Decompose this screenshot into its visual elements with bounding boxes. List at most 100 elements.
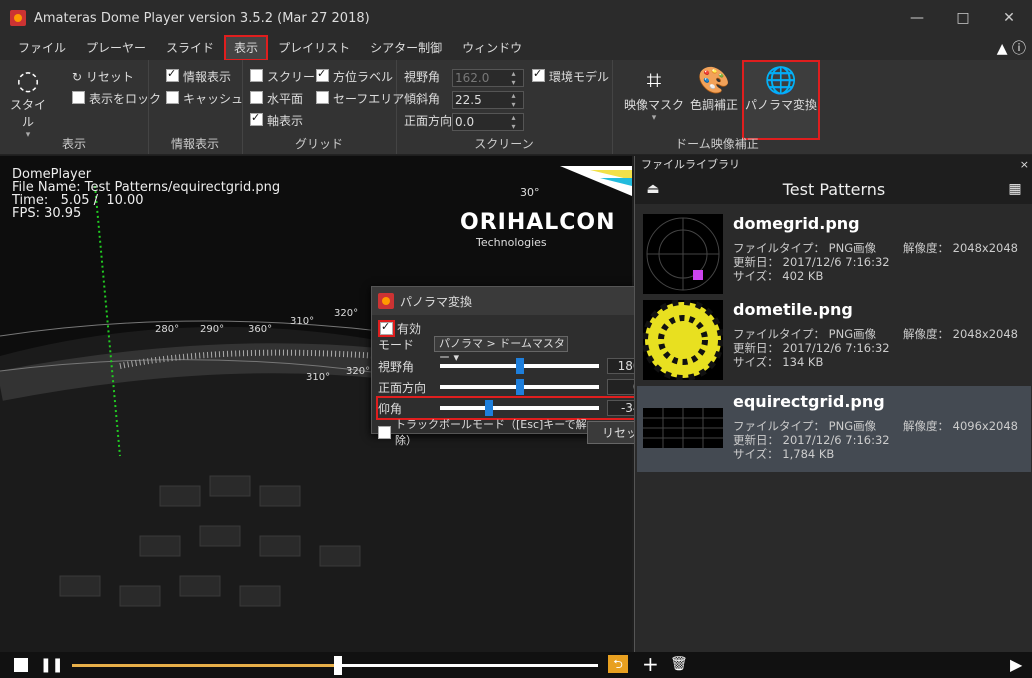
panorama-button[interactable]: 🌐 パノラマ変換 [742, 60, 820, 140]
play-next-icon[interactable]: ▶ [1010, 655, 1022, 674]
panel-close-icon[interactable]: × [1020, 156, 1029, 174]
file-item[interactable]: dometile.png ファイルタイプ： PNG画像 解像度： 2048x20… [637, 294, 1031, 381]
fov-slider-row: 視野角 180.0 [378, 357, 665, 375]
maximize-button[interactable]: □ [940, 0, 986, 36]
menu-window[interactable]: ウィンドウ [454, 37, 530, 59]
fov-slider[interactable] [440, 358, 599, 374]
front-slider-thumb[interactable] [515, 379, 524, 395]
menu-player[interactable]: プレーヤー [78, 37, 154, 59]
mask-button[interactable]: ⌗ 映像マスク ▾ [624, 66, 684, 123]
reset-icon: ↻ [72, 70, 86, 84]
file-res: 解像度： 4096x2048 [903, 419, 1018, 433]
tilt-spinner[interactable]: 22.5 [452, 90, 524, 109]
close-button[interactable]: ✕ [986, 0, 1032, 36]
fov-slider-thumb[interactable] [515, 358, 524, 374]
axis-checkbox[interactable]: 軸表示 [250, 111, 303, 129]
folder-up-icon[interactable]: ⏏ [643, 181, 663, 197]
menu-theater[interactable]: シアター制御 [362, 37, 450, 59]
file-library-panel: ファイルライブラリ × ⏏ Test Patterns ▦ domegrid.pn… [634, 156, 1032, 652]
screen-check[interactable] [250, 69, 263, 82]
loop-icon[interactable]: ⮌ [608, 655, 628, 673]
cache-check[interactable] [166, 91, 179, 104]
cache-label: キャッシュ [183, 92, 244, 106]
file-item[interactable]: domegrid.png ファイルタイプ： PNG画像 解像度： 2048x20… [637, 208, 1031, 294]
fov-spinner[interactable]: 162.0 [452, 68, 524, 87]
seek-track[interactable] [72, 656, 598, 675]
file-size: サイズ： 134 KB [733, 355, 824, 369]
mask-label: 映像マスク [624, 98, 685, 112]
minimize-button[interactable]: — [894, 0, 940, 36]
grid-view-icon[interactable]: ▦ [1005, 181, 1025, 197]
menu-playlist[interactable]: プレイリスト [270, 37, 358, 59]
file-size: サイズ： 402 KB [733, 269, 824, 283]
front-slider-label: 正面方向 [378, 380, 427, 395]
logo-text: ORIHALCON [460, 210, 616, 235]
elevation-slider-row: 仰角 -34.0 [376, 396, 667, 420]
lock-check[interactable] [72, 91, 85, 104]
screen-checkbox[interactable]: スクリーン [250, 68, 326, 85]
stop-icon[interactable] [14, 658, 28, 672]
library-toolbar: ⏏ Test Patterns ▦ [635, 174, 1032, 204]
dialog-titlebar: パノラマ変換 ✕ [372, 287, 671, 315]
enabled-checkbox[interactable] [378, 319, 395, 337]
deg-label: 320° [346, 366, 371, 377]
cache-checkbox[interactable]: キャッシュ [166, 90, 243, 107]
file-name: equirectgrid.png [733, 392, 885, 411]
info-overlay: DomePlayer File Name: Test Patterns/equi… [12, 168, 280, 220]
file-name: domegrid.png [733, 214, 860, 233]
axis-check[interactable] [250, 111, 263, 126]
menu-slide[interactable]: スライド [158, 37, 222, 59]
window-title: Amateras Dome Player version 3.5.2 (Mar … [34, 10, 370, 26]
safe-area-check[interactable] [316, 91, 329, 104]
mode-select[interactable]: パノラマ > ドームマスター ▾ [434, 336, 568, 364]
crop-icon: ⌗ [646, 66, 662, 96]
front-spinner[interactable]: 0.0 [452, 112, 524, 131]
collapse-ribbon-icon[interactable]: ▲ ⓘ [997, 38, 1026, 58]
horizontal-check[interactable] [250, 91, 263, 104]
logo-sub: Technologies [476, 236, 547, 249]
info-display-label: 情報表示 [183, 70, 232, 84]
deg-label: 290° [200, 324, 225, 335]
info-line: FPS: 30.95 [12, 206, 82, 221]
ribbon: ◌ スタイル ▾ ↻ リセット 表示をロック 表示 情報表示 キャッシュ 情報表… [0, 60, 1032, 155]
trackball-checkbox[interactable] [378, 425, 391, 439]
deg-label: 310° [306, 372, 331, 383]
fov-slider-label: 視野角 [378, 359, 415, 374]
dialog-title: パノラマ変換 [400, 294, 473, 309]
info-check[interactable] [166, 67, 179, 82]
group-grid-label: グリッド [294, 137, 343, 151]
menu-bar: ファイル プレーヤー スライド 表示 プレイリスト シアター制御 ウィンドウ ▲… [0, 35, 1032, 61]
add-icon[interactable]: + [642, 654, 659, 674]
group-display-label: 表示 [61, 137, 86, 151]
style-button[interactable]: ◌ スタイル ▾ [6, 66, 50, 140]
pause-icon[interactable]: ❚❚ [40, 658, 63, 672]
env-model-check[interactable] [532, 67, 545, 82]
fov-label: 視野角 [404, 70, 441, 84]
elevation-slider-thumb[interactable] [485, 400, 494, 416]
panel-header: ファイルライブラリ × [635, 156, 1032, 174]
front-slider[interactable] [440, 379, 599, 395]
env-model-checkbox[interactable]: 環境モデル [532, 67, 609, 85]
trash-icon[interactable]: 🗑 [670, 656, 688, 672]
info-display-checkbox[interactable]: 情報表示 [166, 67, 232, 85]
orientation-check[interactable] [316, 67, 329, 82]
trackball-row: トラックボールモード（[Esc]キーで解除） リセット [378, 418, 665, 447]
reset-button[interactable]: ↻ リセット [72, 68, 134, 85]
orientation-checkbox[interactable]: 方位ラベル [316, 67, 393, 85]
menu-file[interactable]: ファイル [10, 37, 74, 59]
horizontal-checkbox[interactable]: 水平面 [250, 90, 303, 107]
safe-area-checkbox[interactable]: セーフエリア [316, 90, 404, 107]
group-dome: ⌗ 映像マスク ▾ 🎨 色調補正 🌐 パノラマ変換 ドーム映像補正 [612, 60, 822, 154]
color-button[interactable]: 🎨 色調補正 [686, 66, 742, 113]
elevation-slider[interactable] [440, 400, 599, 416]
menu-view[interactable]: 表示 [224, 35, 269, 61]
style-label: スタイル [9, 98, 46, 129]
mode-row: モード パノラマ > ドームマスター ▾ [378, 335, 665, 364]
file-name: dometile.png [733, 300, 853, 319]
mode-label: モード [378, 337, 415, 352]
seek-fill [72, 664, 338, 667]
file-thumbnail [643, 214, 723, 294]
seek-thumb[interactable] [333, 656, 342, 675]
file-item-selected[interactable]: equirectgrid.png ファイルタイプ： PNG画像 解像度： 409… [637, 386, 1031, 472]
palette-icon: 🎨 [697, 66, 731, 96]
